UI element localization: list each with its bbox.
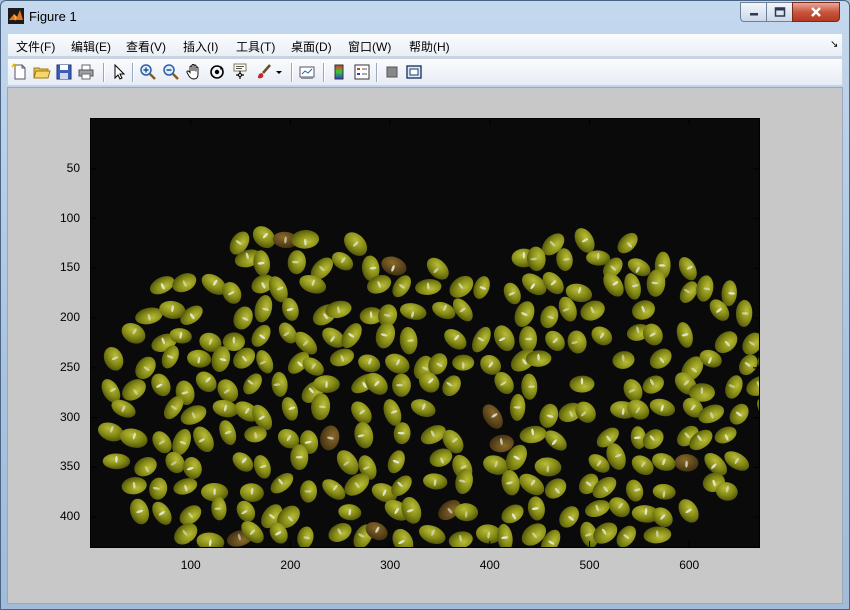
matlab-logo-icon[interactable] bbox=[8, 8, 24, 24]
x-tick-label: 300 bbox=[380, 558, 401, 572]
close-button[interactable] bbox=[792, 2, 840, 22]
bean-hilum bbox=[700, 387, 704, 395]
x-tick-label: 500 bbox=[579, 558, 600, 572]
toolbar-separator bbox=[323, 63, 325, 82]
y-tick-label: 250 bbox=[59, 359, 80, 374]
print-icon[interactable] bbox=[77, 63, 95, 81]
menu-window[interactable]: 窗口(W) bbox=[348, 38, 391, 55]
data-cursor-icon[interactable] bbox=[231, 63, 249, 81]
insert-colorbar-icon[interactable] bbox=[330, 63, 348, 81]
open-file-icon[interactable] bbox=[33, 63, 51, 81]
bean-hilum bbox=[522, 251, 526, 259]
image-plot[interactable] bbox=[91, 119, 759, 547]
y-tick-label: 50 bbox=[66, 160, 80, 175]
figure-toolbar bbox=[7, 58, 843, 86]
x-tick-label: 600 bbox=[679, 558, 700, 572]
insert-legend-icon[interactable] bbox=[353, 63, 371, 81]
menu-view[interactable]: 查看(V) bbox=[126, 38, 166, 55]
edit-plot-icon[interactable] bbox=[110, 63, 128, 81]
link-plot-icon[interactable] bbox=[298, 63, 316, 81]
menu-help[interactable]: 帮助(H) bbox=[409, 38, 450, 55]
axes[interactable] bbox=[90, 118, 760, 548]
toolbar-separator bbox=[376, 63, 378, 82]
menu-desktop[interactable]: 桌面(D) bbox=[291, 38, 332, 55]
figure-window: Figure 1 文件(F) 编辑(E) 查看(V) 插入(I) 工具(T) 桌… bbox=[0, 0, 850, 610]
close-icon bbox=[811, 7, 821, 17]
dock-figure-icon[interactable]: ↘ bbox=[830, 39, 838, 50]
toolbar-separator bbox=[103, 63, 105, 82]
zoom-out-icon[interactable] bbox=[162, 63, 180, 81]
y-tick-label: 400 bbox=[59, 509, 80, 524]
menu-tools[interactable]: 工具(T) bbox=[236, 38, 275, 55]
brush-dropdown-icon[interactable] bbox=[274, 63, 284, 81]
hide-plot-tools-icon[interactable] bbox=[383, 63, 401, 81]
new-figure-icon[interactable] bbox=[11, 63, 29, 81]
y-tick-label: 200 bbox=[59, 310, 80, 325]
menu-file[interactable]: 文件(F) bbox=[16, 38, 55, 55]
maximize-icon bbox=[774, 7, 785, 17]
y-tick-label: 300 bbox=[59, 409, 80, 424]
x-tick-label: 200 bbox=[280, 558, 301, 572]
minimize-icon bbox=[749, 13, 758, 16]
y-tick-label: 350 bbox=[59, 459, 80, 474]
y-tick-label: 150 bbox=[59, 260, 80, 275]
y-tick-label: 100 bbox=[59, 210, 80, 225]
brush-icon[interactable] bbox=[255, 63, 273, 81]
bean-hilum bbox=[525, 337, 533, 341]
rotate-3d-icon[interactable] bbox=[208, 63, 226, 81]
menu-edit[interactable]: 编辑(E) bbox=[71, 38, 111, 55]
toolbar-separator bbox=[291, 63, 293, 82]
minimize-button[interactable] bbox=[740, 2, 767, 22]
show-plot-tools-icon[interactable] bbox=[405, 63, 423, 81]
save-icon[interactable] bbox=[55, 63, 73, 81]
menu-insert[interactable]: 插入(I) bbox=[183, 38, 218, 55]
menu-bar: 文件(F) 编辑(E) 查看(V) 插入(I) 工具(T) 桌面(D) 窗口(W… bbox=[7, 33, 843, 57]
window-title: Figure 1 bbox=[29, 9, 77, 24]
x-tick-label: 100 bbox=[180, 558, 201, 572]
figure-canvas[interactable]: 100 200 300 400 500 600 50 100 150 200 250 300 350 40… bbox=[7, 87, 843, 604]
maximize-button[interactable] bbox=[766, 2, 793, 22]
pan-icon[interactable] bbox=[185, 63, 203, 81]
zoom-in-icon[interactable] bbox=[139, 63, 157, 81]
x-tick-label: 400 bbox=[479, 558, 500, 572]
title-bar[interactable]: Figure 1 bbox=[1, 1, 849, 31]
toolbar-separator bbox=[132, 63, 134, 82]
